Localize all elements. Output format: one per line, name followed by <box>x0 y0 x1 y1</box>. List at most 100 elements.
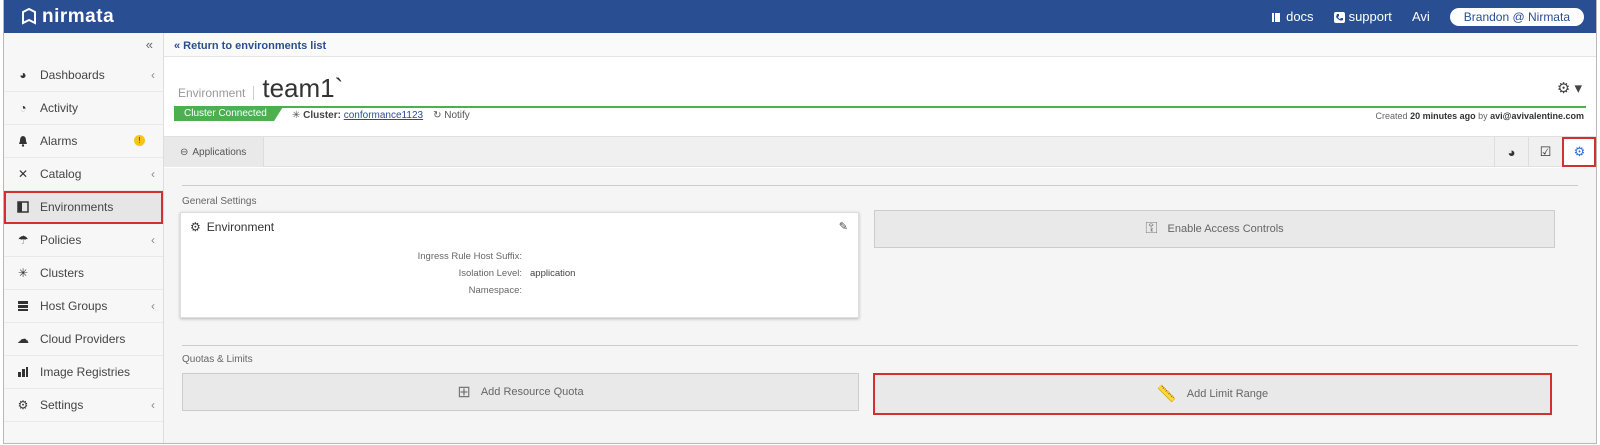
sidebar-item-label: Activity <box>40 101 79 115</box>
sidebar-item-cloud-providers[interactable]: ☁ Cloud Providers <box>4 323 163 356</box>
sidebar-item-environments[interactable]: Environments <box>4 191 163 224</box>
general-settings-title: General Settings <box>182 196 257 207</box>
edit-icon[interactable]: ✎ <box>839 220 848 233</box>
enable-access-controls-button[interactable]: ⚿ Enable Access Controls <box>874 210 1555 248</box>
ruler-icon: 📏 <box>1156 386 1177 403</box>
sidebar-item-label: Settings <box>40 398 84 412</box>
sidebar-item-policies[interactable]: ☂ Policies ‹ <box>4 224 163 257</box>
tab-applications-label: Applications <box>192 146 247 158</box>
account-switcher[interactable]: Brandon @ Nirmata <box>1449 7 1584 26</box>
docs-link[interactable]: docs <box>1271 9 1314 24</box>
chevron-left-icon: ‹ <box>151 68 155 82</box>
tab-dashboard-icon[interactable]: ◕ <box>1494 137 1528 167</box>
sidebar-item-host-groups[interactable]: Host Groups ‹ <box>4 290 163 323</box>
notify-label: Notify <box>444 110 470 121</box>
created-when: 20 minutes ago <box>1410 111 1476 121</box>
divider <box>182 185 1578 186</box>
book-icon <box>1271 11 1282 22</box>
add-limit-range-button[interactable]: 📏 Add Limit Range <box>873 373 1552 415</box>
created-by: avi@avivalentine.com <box>1490 111 1584 121</box>
top-bar: nirmata docs support Avi Brandon @ Nirma… <box>4 0 1596 33</box>
sidebar-item-dashboards[interactable]: ◕ Dashboards ‹ <box>4 59 163 92</box>
registry-icon <box>16 365 30 379</box>
sidebar-item-settings[interactable]: ⚙ Settings ‹ <box>4 389 163 422</box>
tab-applications[interactable]: ⊖ Applications <box>164 137 264 167</box>
quota-icon: ⊞ <box>457 384 471 401</box>
setting-key: Namespace: <box>468 285 522 296</box>
refresh-icon: ↻ <box>433 110 442 121</box>
tabs-bar: ⊖ Applications ◕ ☑ ⚙ <box>164 136 1596 167</box>
status-line <box>174 106 1586 108</box>
clusters-icon: ✳ <box>17 266 29 280</box>
sidebar: « ◕ Dashboards ‹ ◔ Activity Alarms ! ✕ C… <box>4 33 164 443</box>
sidebar-item-label: Cloud Providers <box>40 332 126 346</box>
cloud-icon: ☁ <box>17 332 29 346</box>
dashboard-icon: ◕ <box>19 68 27 82</box>
cluster-icon: ✳ <box>292 110 301 121</box>
created-info: Created 20 minutes ago by avi@avivalenti… <box>1376 111 1584 121</box>
setting-row: Namespace: <box>181 285 860 299</box>
sidebar-item-image-registries[interactable]: Image Registries <box>4 356 163 389</box>
chevron-left-icon: ‹ <box>151 398 155 412</box>
setting-value: application <box>530 268 576 279</box>
hostgroups-icon <box>16 299 30 313</box>
nirmata-logo-icon <box>22 8 36 25</box>
sidebar-item-activity[interactable]: ◔ Activity <box>4 92 163 125</box>
tab-settings-icon[interactable]: ⚙ <box>1562 137 1596 167</box>
tab-activity-icon[interactable]: ☑ <box>1528 137 1562 167</box>
chevron-left-icon: ‹ <box>151 233 155 247</box>
sidebar-item-label: Host Groups <box>40 299 108 313</box>
chevron-left-icon: ‹ <box>151 167 155 181</box>
sidebar-item-label: Policies <box>40 233 82 247</box>
sidebar-item-clusters[interactable]: ✳ Clusters <box>4 257 163 290</box>
setting-key: Isolation Level: <box>458 268 522 279</box>
cluster-info: ✳ Cluster: conformance1123 ↻ Notify <box>292 110 470 121</box>
return-to-environments-link[interactable]: « Return to environments list <box>174 40 326 52</box>
notify-button[interactable]: ↻ Notify <box>433 110 470 121</box>
docs-label: docs <box>1286 9 1314 24</box>
support-label: support <box>1348 9 1392 24</box>
sidebar-item-label: Image Registries <box>40 365 131 379</box>
sidebar-item-label: Environments <box>40 200 114 214</box>
sidebar-nav: ◕ Dashboards ‹ ◔ Activity Alarms ! ✕ Cat… <box>4 59 163 422</box>
divider <box>182 345 1578 346</box>
cluster-link[interactable]: conformance1123 <box>344 110 423 121</box>
created-by-prefix: by <box>1478 111 1488 121</box>
sidebar-item-label: Clusters <box>40 266 85 280</box>
support-link[interactable]: support <box>1333 9 1392 24</box>
main-content: « Return to environments list Environmen… <box>164 33 1596 443</box>
user-short-name[interactable]: Avi <box>1412 9 1430 24</box>
sidebar-item-label: Alarms <box>40 134 78 148</box>
breadcrumb: « Return to environments list <box>164 33 1596 57</box>
environments-icon <box>16 200 30 214</box>
created-prefix: Created <box>1375 111 1408 121</box>
environment-settings-menu-icon[interactable]: ⚙ ▾ <box>1557 79 1582 97</box>
quotas-limits-title: Quotas & Limits <box>182 354 253 365</box>
sidebar-item-label: Catalog <box>40 167 82 181</box>
add-limit-range-label: Add Limit Range <box>1186 388 1269 400</box>
brand-name: nirmata <box>42 6 115 27</box>
add-resource-quota-label: Add Resource Quota <box>480 386 584 398</box>
enable-access-controls-label: Enable Access Controls <box>1167 223 1284 235</box>
environment-label: Environment <box>178 86 255 100</box>
umbrella-icon: ☂ <box>17 233 29 247</box>
chevron-left-icon: ‹ <box>151 299 155 313</box>
collapse-sidebar-icon[interactable]: « <box>146 37 153 52</box>
bell-icon <box>16 134 30 148</box>
add-resource-quota-button[interactable]: ⊞ Add Resource Quota <box>182 373 859 411</box>
sidebar-item-catalog[interactable]: ✕ Catalog ‹ <box>4 158 163 191</box>
status-badge: Cluster Connected <box>174 107 283 121</box>
cluster-field: ✳ Cluster: conformance1123 <box>292 110 423 121</box>
phone-icon <box>1333 11 1345 23</box>
key-list-icon: ⚿ <box>1145 220 1158 237</box>
environment-card-title: ⚙ Environment <box>190 220 274 234</box>
setting-key: Ingress Rule Host Suffix: <box>417 251 522 262</box>
sidebar-item-alarms[interactable]: Alarms ! <box>4 125 163 158</box>
app-frame: nirmata docs support Avi Brandon @ Nirma… <box>3 0 1597 444</box>
settings-panel: General Settings ⚙ Environment ✎ Ingress… <box>164 168 1596 443</box>
catalog-icon: ✕ <box>17 167 29 181</box>
sidebar-item-label: Dashboards <box>40 68 105 82</box>
setting-row: Isolation Level: application <box>181 268 860 282</box>
nirmata-logo[interactable]: nirmata <box>20 6 114 28</box>
setting-row: Ingress Rule Host Suffix: <box>181 251 860 265</box>
